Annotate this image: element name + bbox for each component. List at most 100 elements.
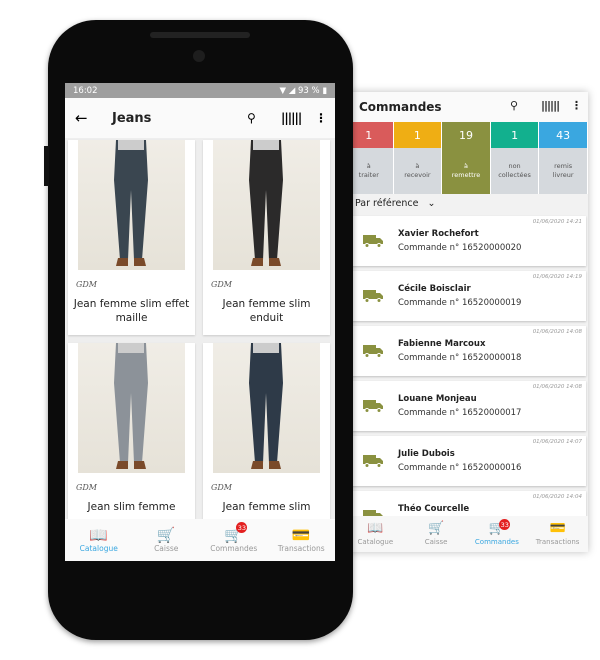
- order-date: 01/06/2020 14:08: [532, 329, 582, 335]
- product-name: Jean slim femme: [87, 501, 176, 513]
- status-label-line: à: [366, 161, 371, 170]
- customer-name: Xavier Rochefort: [398, 229, 479, 239]
- product-brand: GDM: [211, 483, 232, 492]
- status-label-line: traiter: [358, 171, 379, 179]
- signal-icon: ◢: [288, 85, 296, 96]
- notification-badge: 33: [236, 522, 248, 533]
- order-date: 01/06/2020 14:04: [532, 494, 582, 500]
- wallet-icon: 💳: [291, 525, 311, 544]
- truck-icon: [363, 345, 383, 358]
- product-card[interactable]: GDM Jean femme slim effet maille: [68, 140, 195, 335]
- product-card[interactable]: GDM Jean femme slim enduit: [203, 140, 330, 335]
- barcode-icon[interactable]: ||||||: [281, 111, 302, 125]
- more-vertical-icon[interactable]: ⋮: [315, 111, 327, 125]
- status-label: à recevoir: [393, 148, 442, 194]
- product-card[interactable]: GDM Jean femme slim: [203, 343, 330, 538]
- nav-label: Transactions: [535, 538, 580, 546]
- status-tab[interactable]: 1 à recevoir: [393, 122, 443, 194]
- product-image: [78, 140, 185, 270]
- barcode-icon[interactable]: ||||||: [541, 99, 560, 112]
- orders-screen: Commandes ⚲ |||||| ⋮ 1 à traiter 1 à recevoir…: [345, 92, 588, 552]
- wifi-icon: ▼: [279, 85, 287, 96]
- status-label-line: remis: [554, 161, 573, 170]
- order-list: 01/06/2020 14:21 Xavier Rochefort Commande…: [345, 216, 588, 541]
- nav-label: Catalogue: [79, 543, 118, 553]
- status-label-line: recevoir: [404, 171, 431, 179]
- order-item[interactable]: 01/06/2020 14:07 Julie Dubois Commande n° …: [351, 436, 586, 486]
- status-label-line: remettre: [451, 171, 481, 179]
- product-image: [213, 140, 320, 270]
- product-image: [213, 343, 320, 473]
- phone-camera: [193, 50, 205, 62]
- nav-item-transactions[interactable]: 💳 Transactions: [527, 516, 588, 552]
- orders-header: Commandes ⚲ |||||| ⋮: [345, 92, 588, 122]
- search-icon[interactable]: ⚲: [510, 99, 518, 112]
- status-label: remis livreur: [539, 148, 587, 194]
- status-label: non collectées: [490, 148, 539, 194]
- nav-item-catalogue[interactable]: 📖 Catalogue: [65, 519, 133, 561]
- product-brand: GDM: [76, 280, 97, 289]
- sort-label: Par référence: [355, 198, 419, 209]
- status-count: 19: [442, 122, 490, 148]
- order-item[interactable]: 01/06/2020 14:21 Xavier Rochefort Commande…: [351, 216, 586, 266]
- product-brand: GDM: [211, 280, 232, 289]
- toolbar: ← Jeans ⚲ |||||| ⋮: [65, 98, 335, 138]
- order-item[interactable]: 01/06/2020 14:19 Cécile Boisclair Commande…: [351, 271, 586, 321]
- order-number: Commande n° 16520000016: [398, 463, 522, 473]
- order-item[interactable]: 01/06/2020 14:08 Louane Monjeau Commande n…: [351, 381, 586, 431]
- nav-item-commandes[interactable]: 🛒 33 Commandes: [467, 516, 528, 552]
- page-title: Jeans: [112, 110, 152, 126]
- nav-label: Commandes: [210, 543, 258, 553]
- status-tab[interactable]: 1 non collectées: [490, 122, 540, 194]
- product-image: [78, 343, 185, 473]
- nav-item-transactions[interactable]: 💳 Transactions: [268, 519, 336, 561]
- truck-icon: [363, 400, 383, 413]
- customer-name: Louane Monjeau: [398, 394, 477, 404]
- product-name: Jean femme slim: [222, 501, 311, 513]
- status-label: à remettre: [442, 148, 490, 194]
- page-title: Commandes: [359, 100, 442, 114]
- catalog-screen: 16:02 ▼ ◢ 93 % ▮ ← Jeans ⚲ |||||| ⋮ GDM J…: [65, 83, 335, 561]
- status-label-line: collectées: [498, 171, 531, 179]
- status-tab[interactable]: 43 remis livreur: [539, 122, 588, 194]
- customer-name: Fabienne Marcoux: [398, 339, 486, 349]
- nav-label: Caisse: [154, 543, 179, 553]
- status-bar: 16:02 ▼ ◢ 93 % ▮: [65, 83, 335, 98]
- cart-icon: 🛒: [428, 521, 445, 536]
- nav-label: Catalogue: [357, 538, 394, 546]
- battery-level: 93 %: [298, 85, 320, 96]
- status-time: 16:02: [73, 85, 98, 96]
- back-arrow-icon[interactable]: ←: [75, 109, 88, 127]
- order-number: Commande n° 16520000020: [398, 243, 522, 253]
- notification-badge: 33: [499, 519, 511, 530]
- more-vertical-icon[interactable]: ⋮: [571, 99, 582, 112]
- nav-item-caisse[interactable]: 🛒 Caisse: [406, 516, 467, 552]
- nav-item-caisse[interactable]: 🛒 Caisse: [133, 519, 201, 561]
- truck-icon: [363, 235, 383, 248]
- wallet-icon: 💳: [549, 521, 566, 536]
- sort-dropdown[interactable]: Par référence ⌄: [345, 194, 588, 216]
- order-item[interactable]: 01/06/2020 14:08 Fabienne Marcoux Commande…: [351, 326, 586, 376]
- customer-name: Cécile Boisclair: [398, 284, 471, 294]
- status-label-line: à: [415, 161, 420, 170]
- nav-item-commandes[interactable]: 🛒 33 Commandes: [200, 519, 268, 561]
- nav-label: Caisse: [424, 538, 448, 546]
- status-count: 1: [490, 122, 539, 148]
- nav-item-catalogue[interactable]: 📖 Catalogue: [345, 516, 406, 552]
- product-card[interactable]: GDM Jean slim femme: [68, 343, 195, 538]
- search-icon[interactable]: ⚲: [247, 111, 256, 125]
- order-number: Commande n° 16520000018: [398, 353, 522, 363]
- phone-side-button: [44, 146, 49, 186]
- battery-icon: ▮: [322, 85, 327, 96]
- nav-label: Transactions: [277, 543, 325, 553]
- order-date: 01/06/2020 14:21: [532, 219, 582, 225]
- phone-speaker: [150, 32, 250, 38]
- order-number: Commande n° 16520000017: [398, 408, 522, 418]
- product-name: Jean femme slim effet maille: [73, 298, 190, 324]
- cart-icon: 🛒: [156, 525, 176, 544]
- order-date: 01/06/2020 14:19: [532, 274, 582, 280]
- status-label-line: non: [508, 161, 521, 170]
- catalogue-book-icon: 📖: [89, 525, 109, 544]
- status-tab[interactable]: 19 à remettre: [442, 122, 491, 194]
- status-label-line: à: [463, 161, 468, 170]
